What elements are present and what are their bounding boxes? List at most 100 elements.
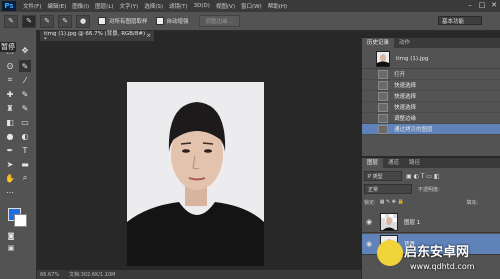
tab-history[interactable]: 历史记录 (362, 38, 395, 48)
history-item-label: 快速选择 (394, 105, 417, 111)
type-tool-icon[interactable]: T (19, 144, 31, 156)
menu-file[interactable]: 文件(F) (20, 2, 44, 10)
quick-select-preset-icon[interactable]: ✎ (4, 14, 18, 28)
layer-name: 图层 1 (404, 220, 421, 226)
eraser-tool-icon[interactable]: ◧ (4, 116, 16, 128)
close-tab-icon[interactable]: × (146, 33, 151, 39)
brush-tool-icon[interactable]: ✎ (19, 88, 31, 100)
menu-type[interactable]: 文字(Y) (117, 2, 142, 10)
history-state-icon (378, 80, 388, 90)
visibility-eye-icon[interactable]: ◉ (366, 240, 376, 248)
snapshot-thumbnail (376, 51, 390, 67)
history-panel: 历史记录 动作 timg (1).jpg 打开 快速选择 快速选择 快速选择 调… (362, 38, 500, 156)
maximize-button[interactable]: □ (478, 1, 486, 9)
quick-mask-icon[interactable]: ◙ (5, 230, 17, 242)
document-photo[interactable] (127, 82, 264, 266)
menu-filter[interactable]: 滤镜(T) (166, 2, 191, 10)
subtract-selection-icon[interactable]: ✎ (58, 14, 72, 28)
lasso-tool-icon[interactable]: ʘ (4, 60, 16, 72)
extra-tools-icon[interactable]: ⋯ (4, 186, 16, 198)
filter-icons[interactable]: ▣ ◐ T ▭ ◧ (406, 173, 440, 180)
history-snapshot[interactable]: timg (1).jpg (362, 50, 500, 69)
watermark-title: 启东安卓网 (404, 245, 470, 260)
fill-label: 填充: (466, 199, 478, 206)
blend-mode-select[interactable]: 正常 (364, 184, 412, 194)
path-select-icon[interactable]: ➤ (4, 158, 16, 170)
watermark-url: www.qdhtd.com (410, 262, 475, 271)
history-item-label: 快速选择 (394, 83, 417, 89)
crop-tool-icon[interactable]: ⌗ (4, 74, 16, 86)
tab-paths[interactable]: 路径 (404, 158, 425, 168)
history-item-selected[interactable]: 通过拷贝的图层 (362, 124, 500, 135)
history-item[interactable]: 快速选择 (362, 80, 500, 91)
close-button[interactable]: ✕ (490, 1, 498, 9)
refine-edge-button[interactable]: 调整边缘... (198, 15, 240, 27)
history-item-label: 调整边缘 (394, 116, 417, 122)
zoom-level[interactable]: 66.67% (40, 272, 59, 278)
history-item-label: 打开 (394, 72, 406, 78)
lock-icons[interactable]: ▦ ✎ ✥ 🔒 (380, 199, 404, 205)
history-item-label: 快速选择 (394, 94, 417, 100)
history-item[interactable]: 打开 (362, 69, 500, 80)
auto-enhance-label: 自动增强 (166, 19, 189, 25)
healing-tool-icon[interactable]: ✚ (4, 88, 16, 100)
menu-bar: Ps 文件(F) 编辑(E) 图像(I) 图层(L) 文字(Y) 选择(S) 滤… (0, 0, 500, 12)
hand-tool-icon[interactable]: ✋ (4, 172, 16, 184)
menu-layer[interactable]: 图层(L) (92, 2, 116, 10)
history-state-icon (378, 69, 388, 79)
sample-all-label: 对所有图层取样 (109, 19, 148, 25)
tab-actions[interactable]: 动作 (394, 38, 415, 48)
menu-select[interactable]: 选择(S) (141, 2, 166, 10)
menu-3d[interactable]: 3D(D) (191, 3, 213, 9)
menu-view[interactable]: 视图(V) (213, 2, 238, 10)
screen-mode-icon[interactable]: ▣ (5, 242, 17, 254)
menu-edit[interactable]: 编辑(E) (44, 2, 69, 10)
document-tab[interactable]: timg (1).jpg @ 66.7% (背景, RGB/8#) * × (40, 31, 154, 43)
snapshot-name: timg (1).jpg (396, 56, 429, 62)
eyedropper-tool-icon[interactable]: ⁄ (19, 74, 31, 86)
background-color-swatch[interactable] (14, 214, 27, 227)
layer-filter-select[interactable]: P 类型 (364, 171, 402, 181)
stamp-tool-icon[interactable]: ♜ (4, 102, 16, 114)
auto-enhance-checkbox[interactable] (155, 17, 164, 25)
photoshop-logo: Ps (2, 1, 16, 11)
dodge-tool-icon[interactable]: ◐ (19, 130, 31, 142)
gradient-tool-icon[interactable]: ▭ (19, 116, 31, 128)
history-item-label: 通过拷贝的图层 (394, 127, 433, 133)
opacity-label: 不透明度: (418, 186, 440, 193)
sample-all-checkbox[interactable] (98, 17, 106, 25)
history-item[interactable]: 快速选择 (362, 102, 500, 113)
menu-window[interactable]: 窗口(W) (238, 2, 265, 10)
history-item[interactable]: 调整边缘 (362, 113, 500, 124)
pen-tool-icon[interactable]: ✒ (4, 144, 16, 156)
lock-label: 锁定: (364, 199, 376, 206)
workspace-select[interactable]: 基本功能 (438, 16, 482, 25)
document-info: 文档:302.6K/1.10M (69, 272, 116, 278)
watermark-logo (377, 240, 403, 266)
history-state-icon (378, 91, 388, 101)
menu-help[interactable]: 帮助(H) (265, 2, 290, 10)
tools-panel: ⬚ ✥ ʘ ✎ ⌗ ⁄ ✚ ✎ ♜ ✎ ◧ ▭ ● ◐ ✒ T ➤ ▬ ✋ ⌕ … (0, 30, 37, 279)
shape-tool-icon[interactable]: ▬ (19, 158, 31, 170)
move-tool-icon[interactable]: ✥ (19, 44, 31, 56)
tab-layers[interactable]: 图层 (362, 158, 384, 168)
history-state-icon (378, 102, 388, 112)
history-state-icon (378, 124, 388, 134)
zoom-tool-icon[interactable]: ⌕ (19, 172, 31, 184)
layer-thumbnail (380, 213, 398, 231)
new-selection-icon[interactable]: ✎ (22, 14, 36, 28)
brush-size-icon[interactable]: ● (76, 14, 90, 28)
history-brush-icon[interactable]: ✎ (19, 102, 31, 114)
status-bar: 66.67% 文档:302.6K/1.10M (37, 270, 361, 279)
add-selection-icon[interactable]: ✎ (40, 14, 54, 28)
menu-image[interactable]: 图像(I) (69, 2, 92, 10)
tab-channels[interactable]: 通道 (383, 158, 404, 168)
minimize-button[interactable]: – (466, 1, 474, 9)
portrait-image (127, 82, 264, 266)
layer-row[interactable]: ◉ 图层 1 (362, 212, 500, 233)
visibility-eye-icon[interactable]: ◉ (366, 218, 376, 226)
blur-tool-icon[interactable]: ● (4, 130, 16, 142)
history-item[interactable]: 快速选择 (362, 91, 500, 102)
quick-select-tool-icon[interactable]: ✎ (19, 60, 31, 72)
document-tab-title: timg (1).jpg @ 66.7% (背景, RGB/8#) * (44, 31, 146, 43)
